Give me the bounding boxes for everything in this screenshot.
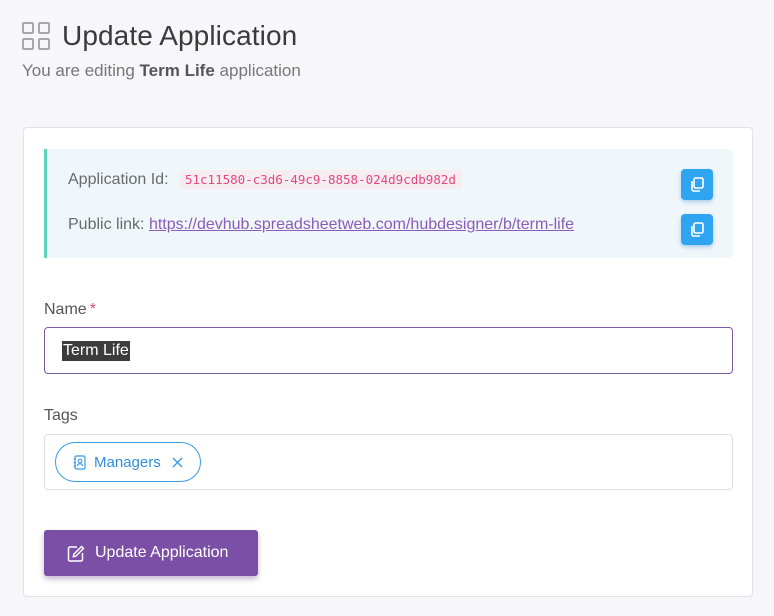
application-id-value: 51c11580-c3d6-49c9-8858-024d9cdb982d [178,170,462,189]
public-link[interactable]: https://devhub.spreadsheetweb.com/hubdes… [149,216,574,233]
page-subtitle: You are editing Term Life application [22,61,301,81]
page-title: Update Application [62,20,298,51]
required-marker: * [89,301,96,318]
application-info-box: Application Id: 51c11580-c3d6-49c9-8858-… [44,149,733,258]
application-id-label: Application Id: [68,171,169,188]
page-header: Update Application You are editing Term … [22,20,301,81]
edit-card: Application Id: 51c11580-c3d6-49c9-8858-… [23,127,753,597]
tag-label: Managers [94,453,161,471]
copy-public-link-button[interactable] [681,214,713,245]
tag-chip[interactable]: Managers [55,442,201,482]
edit-icon [67,545,85,562]
update-application-label: Update Application [95,544,229,561]
name-input-value: Term Life [62,340,130,361]
name-label: Name * [44,301,96,319]
public-link-row: Public link: https://devhub.spreadsheetw… [68,216,574,234]
application-id-row: Application Id: 51c11580-c3d6-49c9-8858-… [68,170,462,189]
tags-input[interactable]: Managers [44,434,733,490]
close-icon[interactable] [172,457,183,468]
update-application-button[interactable]: Update Application [44,530,258,576]
tags-label: Tags [44,407,78,424]
subtitle-prefix: You are editing [22,61,135,80]
copy-application-id-button[interactable] [681,169,713,200]
subtitle-app-name: Term Life [139,61,215,80]
copy-icon [690,177,704,192]
public-link-label: Public link: [68,216,145,233]
name-input[interactable]: Term Life [44,327,733,374]
grid-icon [22,21,51,51]
contact-book-icon [73,454,86,470]
copy-icon [690,222,704,237]
subtitle-suffix: application [219,61,301,80]
name-label-text: Name [44,301,87,318]
